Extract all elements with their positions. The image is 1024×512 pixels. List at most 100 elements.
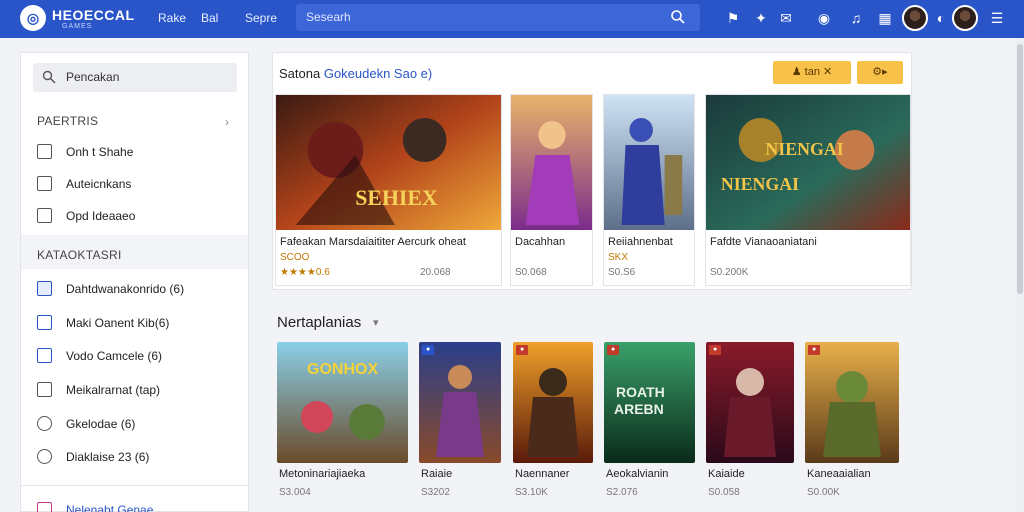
card-price: S2.076 [606, 487, 638, 498]
sidebar-item[interactable]: Nelenabt Genae [37, 499, 237, 512]
tag-icon [37, 502, 52, 512]
featured-panel: Satona Gokeudekn Sao e) ♟ tan ✕ ⚙▸ SEHIE… [272, 52, 912, 290]
nav-link-2[interactable]: Bal [201, 11, 218, 25]
user-icon: ♟ [791, 66, 802, 78]
card-title: Dacahhan [515, 236, 566, 248]
featured-card[interactable]: Dacahhan S0.068 [510, 94, 593, 286]
nav-link-3[interactable]: Sepre [245, 11, 277, 25]
game-artwork [805, 342, 899, 463]
pencil-icon [37, 382, 52, 397]
new-badge: ● [709, 345, 722, 355]
card-subtitle: SKX [608, 252, 629, 263]
sidebar-item[interactable]: Auteicnkans [37, 173, 237, 195]
card-price: S3202 [421, 487, 450, 498]
check-circle-icon[interactable]: ◉ [815, 9, 833, 27]
game-card[interactable]: ● Kaiaide S0.058 [706, 342, 794, 510]
menu-icon[interactable]: ☰ [988, 9, 1006, 27]
featured-card[interactable]: Reiiahnenbat SKX S0.S6 [603, 94, 695, 286]
sidebar-item[interactable]: Meikalrarnat (tap) [37, 379, 237, 401]
sidebar-item[interactable]: Opd Ideaaeo [37, 205, 237, 227]
game-artwork: GONHOX [277, 342, 408, 463]
sidebar-item[interactable]: Diaklaise 23 (6) [37, 446, 237, 468]
sidebar-section-title: KATAOKTASRI [37, 248, 122, 262]
search-bar[interactable]: Sesearh [296, 4, 700, 31]
brand-name[interactable]: HEOECCAL [52, 7, 135, 23]
card-title: Reiiahnenbat [608, 236, 673, 248]
card-price: S3.10K [515, 487, 548, 498]
scrollbar[interactable] [1016, 38, 1024, 512]
card-rating: S0.068 [515, 267, 547, 278]
card-title: Kaiaide [708, 468, 745, 480]
featured-card[interactable]: NIENGAI NIENGAI Fafdte Vianaoaniatani S0… [705, 94, 911, 286]
bell-icon[interactable]: ♫ [847, 9, 865, 27]
options-pill[interactable]: ⚙▸ [857, 61, 903, 84]
square-icon [37, 144, 52, 159]
brand-subtitle: GAMES [62, 23, 93, 30]
edit-icon [37, 348, 52, 363]
sidebar-section-title: PAERTRIS [37, 114, 99, 128]
card-title: Naennaner [515, 468, 570, 480]
card-subtitle: SCOO [280, 252, 310, 263]
circle-icon [37, 449, 52, 464]
circle-icon [37, 416, 52, 431]
sidebar-item[interactable]: Vodo Camcele (6) [37, 345, 237, 367]
card-rating: ★★★★0.6 [280, 267, 330, 278]
svg-text:NIENGAI: NIENGAI [765, 139, 843, 159]
game-card[interactable]: ● Kaneaaialian S0.00K [805, 342, 899, 510]
card-title: Fafeakan Marsdaiaititer Aercurk oheat [280, 236, 466, 248]
image-icon [37, 208, 52, 223]
featured-link[interactable]: Gokeudekn Sao e) [324, 66, 432, 81]
filter-pill[interactable]: ♟ tan ✕ [773, 61, 851, 84]
sidebar-item[interactable]: Maki Oanent Kib(6) [37, 312, 237, 334]
card-price: S3.004 [279, 487, 311, 498]
search-icon [42, 70, 56, 84]
controller-icon [37, 315, 52, 330]
game-artwork [706, 342, 794, 463]
chevron-right-icon[interactable]: › [225, 115, 229, 129]
sidebar-item[interactable]: Onh t Shahe [37, 141, 237, 163]
svg-text:GONHOX: GONHOX [307, 361, 378, 378]
sidebar-divider [21, 485, 248, 486]
game-artwork [513, 342, 593, 463]
game-card[interactable]: ROATH AREBN ● Aeokalvianin S2.076 [604, 342, 695, 510]
document-icon [37, 176, 52, 191]
chevron-down-icon[interactable]: ▾ [373, 316, 379, 329]
game-card[interactable]: ● Raiaie S3202 [419, 342, 501, 510]
card-title: Fafdte Vianaoaniatani [710, 236, 817, 248]
search-input[interactable]: Sesearh [306, 10, 351, 24]
sidebar-search-input[interactable]: Pencakan [66, 70, 119, 84]
trophy-icon[interactable]: ⚑ [724, 9, 742, 27]
nav-link-1[interactable]: Rake [158, 11, 186, 25]
new-badge: ● [808, 345, 821, 355]
card-title: Raiaie [421, 468, 453, 480]
game-artwork [604, 95, 694, 230]
card-title: Metoninariajiaeka [279, 468, 366, 480]
card-price: S0.058 [708, 487, 740, 498]
game-card[interactable]: GONHOX Metoninariajiaeka S3.004 [277, 342, 408, 510]
logo-icon[interactable]: ◎ [20, 5, 46, 31]
avatar[interactable] [902, 5, 928, 31]
featured-card[interactable]: SEHIEX Fafeakan Marsdaiaititer Aercurk o… [275, 94, 502, 286]
new-badge: ● [422, 345, 435, 355]
grid-icon[interactable]: ▦ [876, 9, 894, 27]
card-price: 20.068 [420, 267, 451, 278]
avatar-secondary[interactable] [952, 5, 978, 31]
sidebar-search[interactable]: Pencakan [33, 63, 237, 92]
sidebar-item[interactable]: Dahtdwanakonrido (6) [37, 278, 237, 300]
search-icon[interactable] [670, 9, 686, 25]
sidebar: Pencakan PAERTRIS › Onh t Shahe Auteicnk… [20, 52, 249, 512]
featured-title: Satona Gokeudekn Sao e) [279, 66, 433, 81]
globe-icon[interactable]: ◐ [932, 9, 950, 27]
game-artwork: NIENGAI NIENGAI [706, 95, 910, 230]
sidebar-item[interactable]: Gkelodae (6) [37, 413, 237, 435]
game-artwork [511, 95, 592, 230]
gift-icon[interactable]: ✦ [752, 9, 770, 27]
scrollbar-thumb[interactable] [1017, 44, 1023, 294]
chat-icon[interactable]: ✉ [777, 9, 795, 27]
game-card[interactable]: ● Naennaner S3.10K [513, 342, 593, 510]
top-bar: ◎ HEOECCAL GAMES Rake Bal Sepre Sesearh … [0, 0, 1024, 38]
game-artwork: ROATH AREBN [604, 342, 695, 463]
svg-text:SEHIEX: SEHIEX [355, 185, 438, 210]
new-badge: ● [607, 345, 620, 355]
game-artwork [419, 342, 501, 463]
